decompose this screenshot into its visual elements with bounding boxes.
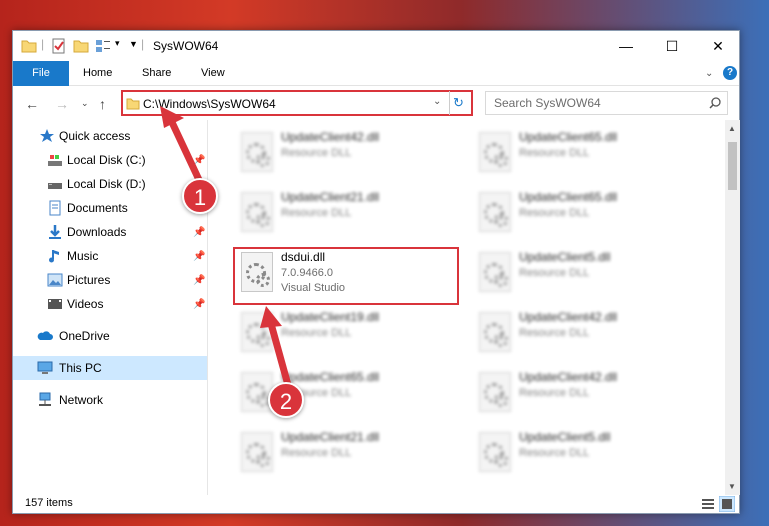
arrow-head-2: [260, 306, 282, 328]
arrow-line-1: [166, 116, 204, 184]
annotation-arrows: [160, 106, 292, 386]
step-2-badge: 2: [268, 382, 304, 418]
arrow-line-2: [266, 319, 292, 386]
step-1-badge: 1: [182, 178, 218, 214]
